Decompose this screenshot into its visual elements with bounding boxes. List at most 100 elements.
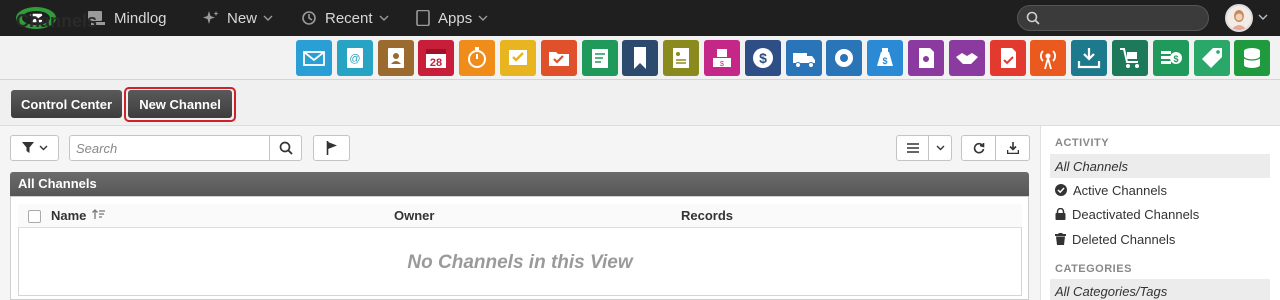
cash-icon: $ bbox=[1161, 51, 1182, 64]
recent-label: Recent bbox=[325, 9, 373, 27]
svg-text:$: $ bbox=[882, 56, 887, 66]
sidebar-item-deleted-channels[interactable]: Deleted Channels bbox=[1050, 227, 1270, 251]
lock-icon bbox=[1055, 208, 1066, 220]
chevron-down-icon bbox=[263, 15, 273, 21]
chevron-down-icon bbox=[379, 15, 389, 21]
address-book-icon: @ bbox=[347, 48, 363, 68]
top-nav-bar: Mindlog New Recent Apps bbox=[0, 0, 1280, 36]
column-header-owner[interactable]: Owner bbox=[394, 208, 434, 223]
apps-label: Apps bbox=[438, 9, 473, 27]
app-launcher-document[interactable] bbox=[663, 40, 699, 76]
svg-text:@: @ bbox=[349, 53, 360, 65]
app-launcher-certificate[interactable] bbox=[908, 40, 944, 76]
filter-dropdown-button[interactable] bbox=[10, 135, 59, 161]
app-launcher-cart[interactable] bbox=[1112, 40, 1148, 76]
app-launcher-mail[interactable] bbox=[296, 40, 332, 76]
chevron-down-icon bbox=[39, 145, 47, 151]
sidebar-item-label: All Channels bbox=[1055, 158, 1128, 174]
calendar-icon: 28 bbox=[426, 49, 446, 69]
select-all-checkbox[interactable] bbox=[28, 210, 41, 223]
global-search-input[interactable] bbox=[1017, 5, 1209, 31]
svg-text:$: $ bbox=[1173, 54, 1178, 64]
column-header-records[interactable]: Records bbox=[681, 208, 733, 223]
app-launcher-money-bag[interactable]: $ bbox=[867, 40, 903, 76]
chevron-down-icon[interactable] bbox=[1258, 14, 1268, 20]
contacts-icon bbox=[388, 48, 404, 68]
app-launcher-bookmark[interactable] bbox=[622, 40, 658, 76]
sidebar-item-label: Deactivated Channels bbox=[1072, 206, 1200, 222]
categories-heading: CATEGORIES bbox=[1055, 263, 1132, 275]
money-bag-icon: $ bbox=[877, 48, 893, 66]
database-icon bbox=[1243, 48, 1261, 68]
broadcast-icon bbox=[1040, 50, 1056, 70]
avatar[interactable] bbox=[1225, 4, 1253, 32]
notes-icon bbox=[592, 49, 608, 68]
flag-button[interactable] bbox=[313, 135, 350, 161]
sidebar-item-deactivated-channels[interactable]: Deactivated Channels bbox=[1050, 202, 1270, 226]
checklist-folder-icon bbox=[549, 52, 569, 66]
search-button[interactable] bbox=[269, 135, 302, 161]
app-launcher-cash[interactable]: $ bbox=[1153, 40, 1189, 76]
tasks-icon bbox=[509, 50, 527, 65]
sidebar-item-label: Active Channels bbox=[1073, 182, 1167, 198]
view-dropdown-button[interactable] bbox=[928, 135, 952, 161]
sidebar-item-all-channels[interactable]: All Channels bbox=[1050, 154, 1270, 178]
app-launcher-calendar[interactable]: 28 bbox=[418, 40, 454, 76]
page-title: Channels bbox=[16, 11, 98, 31]
control-center-button[interactable]: Control Center bbox=[11, 90, 122, 118]
app-launcher-notes[interactable] bbox=[582, 40, 618, 76]
new-menu[interactable]: New bbox=[203, 0, 273, 36]
app-launcher-broadcast[interactable] bbox=[1030, 40, 1066, 76]
check-circle-icon bbox=[1055, 184, 1067, 196]
contract-icon bbox=[1001, 48, 1016, 68]
sidebar-item-active-channels[interactable]: Active Channels bbox=[1050, 178, 1270, 202]
app-launcher-register[interactable]: $ bbox=[704, 40, 740, 76]
activity-heading: ACTIVITY bbox=[1055, 137, 1110, 149]
app-launcher-checklist-folder[interactable] bbox=[541, 40, 577, 76]
search-icon bbox=[279, 141, 293, 155]
app-launcher-stopwatch[interactable] bbox=[459, 40, 495, 76]
support-icon bbox=[835, 49, 853, 67]
search-input[interactable] bbox=[69, 135, 270, 161]
download-icon bbox=[1006, 142, 1019, 154]
column-header-name[interactable]: Name bbox=[51, 208, 106, 223]
download-button[interactable] bbox=[995, 135, 1030, 161]
recent-menu[interactable]: Recent bbox=[301, 0, 389, 36]
app-launcher-support[interactable] bbox=[826, 40, 862, 76]
dollar-icon: $ bbox=[753, 48, 773, 68]
flag-icon bbox=[326, 141, 337, 155]
filter-icon bbox=[21, 142, 34, 153]
app-launcher-price-tag[interactable] bbox=[1194, 40, 1230, 76]
mail-icon bbox=[303, 51, 325, 66]
mindlog-nav[interactable]: Mindlog bbox=[88, 0, 167, 36]
chevron-down-icon bbox=[936, 145, 944, 151]
sidebar-item-all-categories[interactable]: All Categories/Tags bbox=[1050, 279, 1270, 300]
stopwatch-icon bbox=[468, 47, 486, 68]
table-header-row bbox=[18, 204, 1022, 228]
brand-label: Mindlog bbox=[114, 9, 167, 27]
list-view-button[interactable] bbox=[896, 135, 929, 161]
new-label: New bbox=[227, 9, 258, 27]
app-launcher-truck[interactable] bbox=[786, 40, 822, 76]
handshake-icon bbox=[956, 53, 978, 64]
history-icon bbox=[302, 11, 316, 25]
truck-icon bbox=[793, 53, 815, 68]
sparkle-icon bbox=[203, 11, 219, 24]
apps-menu[interactable]: Apps bbox=[416, 0, 488, 36]
user-photo-icon bbox=[1231, 10, 1247, 30]
svg-text:$: $ bbox=[759, 50, 767, 66]
column-name-label: Name bbox=[51, 208, 87, 223]
refresh-button[interactable] bbox=[961, 135, 996, 161]
app-launcher-database[interactable] bbox=[1234, 40, 1270, 76]
svg-text:$: $ bbox=[720, 61, 724, 68]
download-tray-icon bbox=[1077, 48, 1101, 69]
app-launcher-download-tray[interactable] bbox=[1071, 40, 1107, 76]
app-launcher-tasks[interactable] bbox=[500, 40, 536, 76]
app-launcher-handshake[interactable] bbox=[949, 40, 985, 76]
app-launcher-contacts[interactable] bbox=[378, 40, 414, 76]
trash-icon bbox=[1055, 233, 1066, 245]
app-launcher-contract[interactable] bbox=[990, 40, 1026, 76]
app-launcher-address-book[interactable]: @ bbox=[337, 40, 373, 76]
tablet-icon bbox=[416, 10, 430, 26]
app-launcher-dollar[interactable]: $ bbox=[745, 40, 781, 76]
